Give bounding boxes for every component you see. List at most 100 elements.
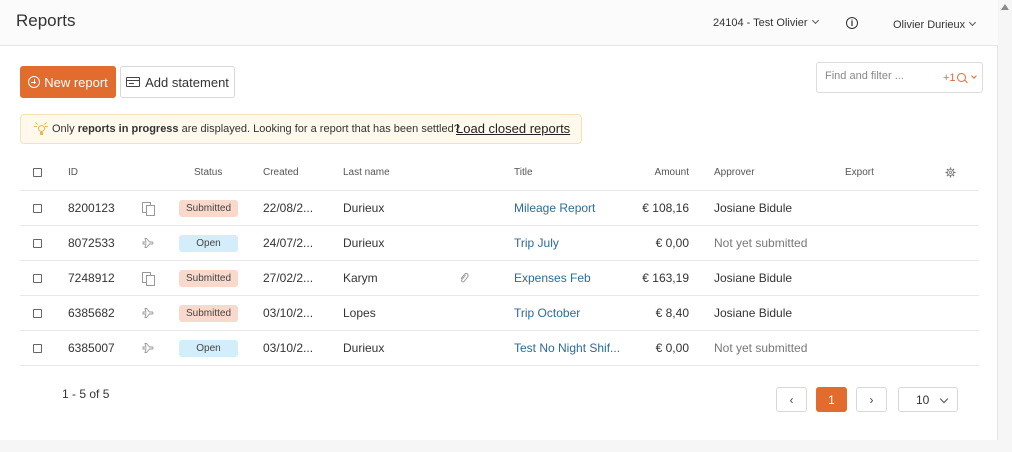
amount: € 108,16: [642, 201, 689, 215]
new-report-label: New report: [44, 74, 108, 90]
table-row[interactable]: 8200123 Submitted 22/08/2... Durieux Mileage…: [20, 191, 979, 226]
info-banner: Only reports in progress are displayed. …: [20, 114, 582, 144]
approver: Not yet submitted: [714, 236, 808, 250]
info-icon[interactable]: i: [846, 17, 858, 29]
add-statement-label: Add statement: [145, 74, 229, 90]
last-name: Durieux: [343, 236, 385, 250]
status-badge: Open: [179, 234, 238, 252]
lightbulb-icon: [34, 122, 48, 135]
row-checkbox-cell: [33, 331, 42, 365]
last-name: Durieux: [343, 341, 385, 355]
column-header-title[interactable]: Title: [514, 155, 533, 190]
gear-icon: [945, 167, 956, 178]
plane-icon: [142, 238, 154, 248]
chevron-down-icon: [811, 16, 819, 25]
amount: € 0,00: [655, 341, 689, 355]
footer-strip: [0, 440, 998, 452]
attachment-cell: [459, 261, 469, 295]
report-title-link[interactable]: Mileage Report: [514, 191, 595, 225]
column-header-last-name[interactable]: Last name: [343, 155, 390, 190]
table-row[interactable]: 6385007 Open 03/10/2... Durieux Test No Nigh…: [20, 331, 979, 366]
report-title-link[interactable]: Trip October: [514, 296, 580, 330]
row-checkbox[interactable]: [33, 273, 42, 283]
search-input[interactable]: [825, 70, 935, 82]
vertical-scrollbar[interactable]: [998, 0, 1012, 452]
chevron-down-icon[interactable]: [971, 73, 977, 79]
banner-text-start: Only: [52, 123, 78, 135]
column-header-created[interactable]: Created: [263, 155, 299, 190]
credit-card-icon: [126, 77, 141, 87]
report-title-link[interactable]: Trip July: [514, 226, 559, 260]
column-header-approver[interactable]: Approver: [714, 155, 755, 190]
page-1-button[interactable]: 1: [816, 387, 847, 412]
load-closed-reports-link[interactable]: Load closed reports: [456, 121, 570, 136]
status-cell: Open: [179, 331, 238, 365]
copy-icon: [142, 202, 155, 216]
last-name: Karym: [343, 271, 378, 285]
status-badge: Submitted: [179, 199, 238, 217]
report-id: 7248912: [68, 271, 115, 285]
company-selector[interactable]: 24104 - Test Olivier: [713, 16, 819, 29]
page-size-select[interactable]: 10: [898, 387, 958, 412]
column-header-amount[interactable]: Amount: [620, 155, 689, 190]
user-menu[interactable]: Olivier Durieux: [893, 18, 977, 31]
report-id: 6385682: [68, 306, 115, 320]
amount: € 8,40: [655, 306, 689, 320]
status-cell: Open: [179, 226, 238, 260]
table-row[interactable]: 6385682 Submitted 03/10/2... Lopes Trip Octo…: [20, 296, 979, 331]
report-type-cell: [142, 261, 155, 295]
approver: Josiane Bidule: [714, 201, 793, 215]
created-date: 27/02/2...: [263, 271, 314, 285]
row-checkbox-cell: [33, 296, 42, 330]
app-window: Reports 24104 - Test Olivier i Olivier D…: [0, 0, 998, 452]
column-header-export[interactable]: Export: [845, 155, 874, 190]
status-cell: Submitted: [179, 261, 238, 295]
report-type-cell: [142, 191, 155, 225]
new-report-button[interactable]: New report: [20, 66, 116, 98]
banner-text-end: are displayed. Looking for a report that…: [178, 123, 460, 135]
page-size-value: 10: [916, 393, 930, 407]
column-header-id[interactable]: ID: [68, 155, 78, 190]
plus-circle-icon: [28, 76, 41, 88]
row-checkbox[interactable]: [33, 343, 42, 353]
paperclip-icon: [460, 272, 469, 283]
amount: € 163,19: [642, 271, 689, 285]
created-date: 22/08/2...: [263, 201, 314, 215]
report-title-link[interactable]: Expenses Feb: [514, 261, 591, 295]
row-checkbox-cell: [33, 226, 42, 260]
approver: Josiane Bidule: [714, 306, 793, 320]
row-checkbox-cell: [33, 191, 42, 225]
page-title: Reports: [16, 11, 76, 30]
scroll-up-arrow-icon[interactable]: [1001, 4, 1009, 10]
chevron-down-icon: [969, 18, 977, 27]
column-header-status[interactable]: Status: [194, 155, 222, 190]
created-date: 03/10/2...: [263, 306, 314, 320]
previous-page-button[interactable]: ‹: [776, 387, 807, 412]
company-label: 24104 - Test Olivier: [713, 17, 808, 29]
add-statement-button[interactable]: Add statement: [120, 66, 235, 98]
search-filter-box[interactable]: +1: [816, 62, 983, 93]
plane-icon: [142, 308, 154, 318]
column-settings-button[interactable]: [945, 155, 956, 190]
chevron-down-icon: [939, 394, 949, 404]
search-icon[interactable]: [957, 73, 966, 82]
row-checkbox[interactable]: [33, 238, 42, 248]
table-row[interactable]: 7248912 Submitted 27/02/2... Karym Expenses …: [20, 261, 979, 296]
report-id: 6385007: [68, 341, 115, 355]
user-name: Olivier Durieux: [893, 19, 966, 31]
select-all-checkbox[interactable]: [33, 168, 42, 177]
copy-icon: [142, 272, 155, 286]
row-checkbox[interactable]: [33, 308, 42, 318]
banner-message: Only reports in progress are displayed. …: [52, 123, 460, 135]
plane-icon: [142, 343, 154, 353]
table-row[interactable]: 8072533 Open 24/07/2... Durieux Trip July € 0…: [20, 226, 979, 261]
last-name: Lopes: [343, 306, 376, 320]
last-name: Durieux: [343, 201, 385, 215]
next-page-button[interactable]: ›: [856, 387, 887, 412]
created-date: 03/10/2...: [263, 341, 314, 355]
select-all-checkbox-cell: [33, 155, 42, 190]
report-type-cell: [142, 226, 154, 260]
row-checkbox[interactable]: [33, 203, 42, 213]
status-cell: Submitted: [179, 191, 238, 225]
approver: Not yet submitted: [714, 341, 808, 355]
